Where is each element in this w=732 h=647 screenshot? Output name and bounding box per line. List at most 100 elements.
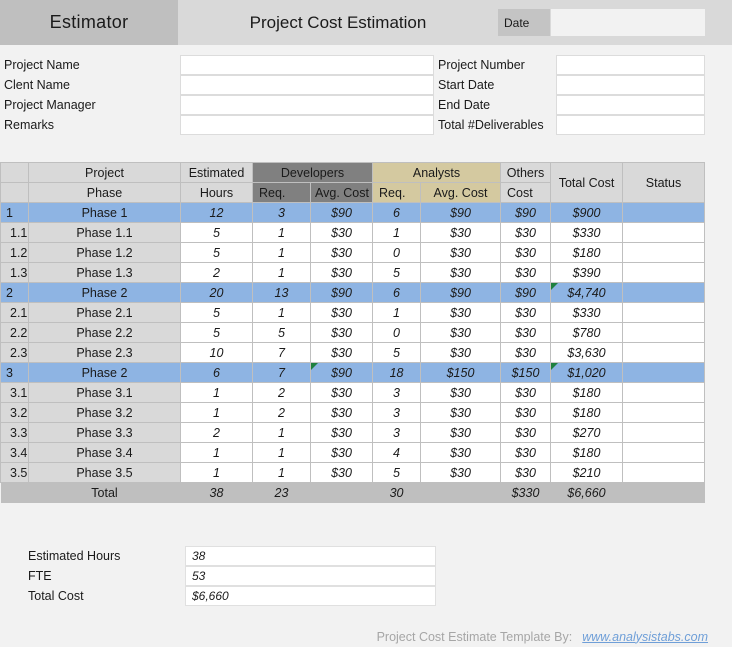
cell-analyst-req[interactable]: 18 [372, 362, 422, 383]
cell-analyst-avg-cost[interactable] [420, 482, 501, 503]
cell-analyst-req[interactable]: 1 [372, 222, 422, 243]
cell-row-number[interactable]: 3 [0, 362, 29, 383]
cell-phase-name[interactable]: Phase 1.2 [28, 242, 181, 263]
cell-developer-req[interactable]: 1 [252, 222, 311, 243]
cell-total-cost[interactable]: $180 [550, 242, 624, 263]
cell-total-cost[interactable]: $330 [550, 302, 624, 323]
cell-developer-req[interactable]: 1 [252, 262, 311, 283]
cell-developer-avg-cost[interactable]: $30 [309, 422, 374, 443]
cell-row-number[interactable]: 3.4 [0, 442, 29, 463]
cell-developer-req[interactable]: 1 [252, 462, 311, 483]
cell-phase-name[interactable]: Phase 2.1 [28, 302, 181, 323]
cell-others-cost[interactable]: $30 [500, 262, 552, 283]
cell-developer-avg-cost[interactable]: $30 [309, 462, 374, 483]
cell-analyst-req[interactable]: 5 [372, 462, 422, 483]
cell-analyst-req[interactable]: 4 [372, 442, 422, 463]
cell-total-cost[interactable]: $180 [550, 382, 624, 403]
summary-total-cost-input[interactable] [185, 586, 436, 606]
cell-others-cost[interactable]: $330 [500, 482, 551, 503]
cell-row-number[interactable]: 1 [0, 202, 29, 223]
cell-total-cost[interactable]: $180 [550, 442, 624, 463]
cell-developer-avg-cost[interactable] [310, 482, 373, 503]
cell-estimated-hours[interactable]: 6 [180, 362, 253, 383]
cell-status[interactable] [622, 242, 706, 263]
cell-row-number[interactable]: 1.2 [0, 242, 29, 263]
total-deliverables-input[interactable] [556, 115, 705, 135]
cell-phase-name[interactable]: Phase 2.2 [28, 322, 181, 343]
cell-developer-avg-cost[interactable]: $90 [309, 202, 374, 223]
cell-status[interactable] [622, 322, 706, 343]
cell-developer-req[interactable]: 7 [252, 342, 311, 363]
cell-total-cost[interactable]: $6,660 [550, 482, 623, 503]
cell-analyst-avg-cost[interactable]: $30 [420, 422, 502, 443]
cell-analyst-req[interactable]: 30 [372, 482, 421, 503]
cell-developer-avg-cost[interactable]: $90 [309, 282, 374, 303]
cell-estimated-hours[interactable]: 5 [180, 242, 253, 263]
cell-others-cost[interactable]: $30 [500, 242, 552, 263]
cell-estimated-hours[interactable]: 38 [180, 482, 253, 503]
project-manager-input[interactable] [180, 95, 434, 115]
cell-phase-name[interactable]: Phase 3.4 [28, 442, 181, 463]
cell-analyst-avg-cost[interactable]: $90 [420, 282, 502, 303]
cell-row-number[interactable]: 1.1 [0, 222, 29, 243]
cell-estimated-hours[interactable]: 1 [180, 402, 253, 423]
cell-estimated-hours[interactable]: 20 [180, 282, 253, 303]
cell-status[interactable] [622, 262, 706, 283]
cell-phase-name[interactable]: Phase 3.1 [28, 382, 181, 403]
cell-row-number[interactable]: 2.1 [0, 302, 29, 323]
remarks-input[interactable] [180, 115, 434, 135]
cell-analyst-avg-cost[interactable]: $30 [420, 302, 502, 323]
cell-others-cost[interactable]: $30 [500, 322, 552, 343]
cell-total-cost[interactable]: $270 [550, 422, 624, 443]
date-input[interactable] [551, 9, 705, 36]
cell-estimated-hours[interactable]: 1 [180, 382, 253, 403]
cell-developer-req[interactable]: 2 [252, 402, 311, 423]
cell-phase-name[interactable]: Phase 2 [28, 282, 181, 303]
cell-analyst-req[interactable]: 6 [372, 202, 422, 223]
project-number-input[interactable] [556, 55, 705, 75]
cell-phase-name[interactable]: Phase 3.5 [28, 462, 181, 483]
cell-analyst-avg-cost[interactable]: $30 [420, 402, 502, 423]
cell-analyst-avg-cost[interactable]: $30 [420, 342, 502, 363]
cell-others-cost[interactable]: $150 [500, 362, 552, 383]
cell-total-cost[interactable]: $390 [550, 262, 624, 283]
footer-link[interactable]: www.analysistabs.com [582, 630, 708, 644]
cell-estimated-hours[interactable]: 1 [180, 462, 253, 483]
cell-estimated-hours[interactable]: 5 [180, 322, 253, 343]
cell-estimated-hours[interactable]: 5 [180, 302, 253, 323]
cell-developer-avg-cost[interactable]: $30 [309, 302, 374, 323]
cell-estimated-hours[interactable]: 10 [180, 342, 253, 363]
cell-status[interactable] [622, 462, 706, 483]
cell-analyst-req[interactable]: 0 [372, 242, 422, 263]
cell-phase-name[interactable]: Phase 3.2 [28, 402, 181, 423]
cell-estimated-hours[interactable]: 2 [180, 262, 253, 283]
cell-status[interactable] [622, 282, 706, 303]
cell-developer-req[interactable]: 1 [252, 442, 311, 463]
cell-others-cost[interactable]: $30 [500, 422, 552, 443]
client-name-input[interactable] [180, 75, 434, 95]
cell-developer-req[interactable]: 1 [252, 422, 311, 443]
summary-fte-input[interactable] [185, 566, 436, 586]
cell-developer-req[interactable]: 7 [252, 362, 311, 383]
cell-analyst-avg-cost[interactable]: $30 [420, 242, 502, 263]
cell-analyst-avg-cost[interactable]: $30 [420, 382, 502, 403]
end-date-input[interactable] [556, 95, 705, 115]
cell-analyst-avg-cost[interactable]: $30 [420, 442, 502, 463]
cell-status[interactable] [622, 482, 705, 503]
cell-status[interactable] [622, 202, 706, 223]
cell-estimated-hours[interactable]: 1 [180, 442, 253, 463]
cell-row-number[interactable] [0, 482, 29, 503]
project-name-input[interactable] [180, 55, 434, 75]
cell-others-cost[interactable]: $30 [500, 382, 552, 403]
cell-analyst-avg-cost[interactable]: $30 [420, 222, 502, 243]
cell-total-cost[interactable]: $900 [550, 202, 624, 223]
cell-status[interactable] [622, 342, 706, 363]
cell-others-cost[interactable]: $30 [500, 342, 552, 363]
cell-others-cost[interactable]: $90 [500, 202, 552, 223]
cell-developer-avg-cost[interactable]: $30 [309, 402, 374, 423]
cell-developer-avg-cost-with-comment-icon[interactable]: $90 [309, 362, 374, 383]
cell-row-number[interactable]: 2.2 [0, 322, 29, 343]
cell-analyst-req[interactable]: 5 [372, 342, 422, 363]
cell-developer-req[interactable]: 5 [252, 322, 311, 343]
cell-others-cost[interactable]: $30 [500, 442, 552, 463]
